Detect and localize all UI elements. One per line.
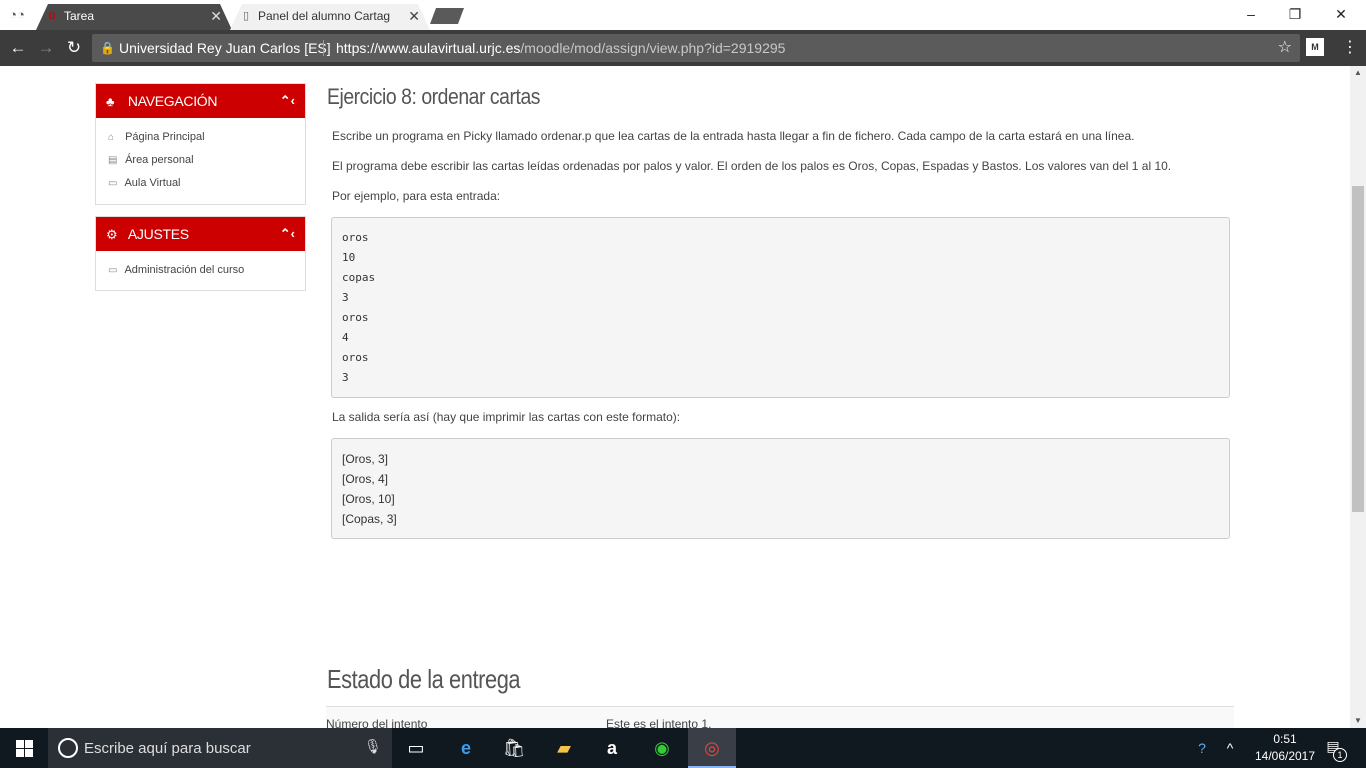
settings-block-header[interactable]: ⚙ AJUSTES ⌃‹ — [96, 217, 305, 251]
document-icon: ▤ — [108, 155, 118, 166]
page-viewport: ♣ NAVEGACIÓN ⌃‹ ⌂ Página Principal ▤ Áre… — [0, 66, 1350, 728]
page-title: Ejercicio 8: ordenar cartas — [327, 84, 541, 109]
tray-chevron-up-icon[interactable]: ^ — [1220, 728, 1240, 768]
scroll-up-arrow-icon[interactable]: ▲ — [1350, 66, 1366, 80]
code-line: [Copas, 3] — [342, 512, 397, 526]
clock-date: 14/06/2017 — [1254, 749, 1316, 763]
address-bar[interactable]: 🔒 Universidad Rey Juan Carlos [ES] https… — [92, 34, 1300, 62]
code-line: oros — [342, 351, 369, 364]
tab-panel-alumno[interactable]: ▯ Panel del alumno Cartag ✕ — [230, 4, 430, 30]
collapse-icon[interactable]: ⌃‹ — [280, 84, 295, 118]
code-line: [Oros, 10] — [342, 492, 395, 506]
browser-tab-strip: ◔◔ ü Tarea ✕ ▯ Panel del alumno Cartag ✕… — [0, 0, 1366, 30]
page-scrollbar[interactable]: ▲ ▼ — [1350, 66, 1366, 728]
taskbar-search[interactable]: Escribe aquí para buscar 🎙 — [48, 728, 392, 768]
lock-icon: 🔒 — [100, 41, 115, 55]
settings-item-administracion[interactable]: ▭ Administración del curso — [108, 259, 305, 282]
close-icon[interactable]: ✕ — [210, 4, 222, 28]
back-button[interactable]: ← — [6, 36, 30, 60]
edge-icon[interactable]: e — [442, 728, 490, 768]
site-identity[interactable]: Universidad Rey Juan Carlos [ES] — [119, 34, 331, 62]
navigation-block: ♣ NAVEGACIÓN ⌃‹ ⌂ Página Principal ▤ Áre… — [95, 83, 306, 205]
tab-title: Tarea — [64, 9, 95, 23]
collapse-icon[interactable]: ⌃‹ — [280, 217, 295, 251]
status-value: Este es el intento 1. — [606, 717, 712, 728]
search-placeholder: Escribe aquí para buscar — [84, 740, 251, 757]
chrome-icon[interactable]: ◎ — [688, 728, 736, 768]
code-line: oros — [342, 311, 369, 324]
close-icon[interactable]: ✕ — [408, 4, 420, 28]
folder-icon: ▭ — [108, 178, 118, 189]
windows-start-icon[interactable] — [0, 728, 48, 768]
description-paragraph: El programa debe escribir las cartas leí… — [332, 159, 1172, 173]
notification-badge: 1 — [1333, 748, 1347, 762]
navigation-block-header[interactable]: ♣ NAVEGACIÓN ⌃‹ — [96, 84, 305, 118]
nav-item-label: Aula Virtual — [124, 177, 181, 189]
incognito-icon: ◔◔ — [9, 7, 25, 22]
output-example-block: [Oros, 3] [Oros, 4] [Oros, 10] [Copas, 3… — [331, 438, 1230, 539]
url-text[interactable]: https://www.aulavirtual.urjc.es/moodle/m… — [336, 34, 785, 62]
clock-time: 0:51 — [1273, 732, 1297, 746]
code-line: 10 — [342, 251, 356, 264]
microphone-icon[interactable]: 🎙 — [364, 738, 382, 755]
cortana-icon — [58, 738, 78, 758]
folder-icon: ▭ — [108, 265, 118, 276]
nav-item-pagina-principal[interactable]: ⌂ Página Principal — [108, 126, 305, 149]
description-paragraph: Por ejemplo, para esta entrada: — [332, 189, 501, 203]
extension-icon[interactable]: M — [1306, 38, 1324, 56]
tab-tarea[interactable]: ü Tarea ✕ — [36, 4, 232, 30]
nav-item-label: Área personal — [125, 154, 194, 166]
reload-button[interactable]: ↻ — [62, 36, 86, 60]
submission-status-title: Estado de la entrega — [327, 664, 521, 694]
file-explorer-icon[interactable]: ▰ — [540, 728, 588, 768]
tripadvisor-icon[interactable]: ◉ — [638, 728, 686, 768]
browser-menu-icon[interactable]: ⋮ — [1340, 36, 1360, 60]
restore-button[interactable]: ❐ — [1272, 0, 1318, 30]
description-paragraph: Escribe un programa en Picky llamado ord… — [332, 129, 1135, 143]
description-paragraph: La salida sería así (hay que imprimir la… — [332, 410, 681, 424]
code-line: [Oros, 3] — [342, 452, 389, 466]
home-icon: ⌂ — [108, 132, 115, 143]
settings-item-label: Administración del curso — [124, 264, 245, 276]
bookmark-star-icon[interactable]: ☆ — [1278, 34, 1292, 62]
task-view-icon[interactable]: ▭ — [392, 728, 440, 768]
scroll-down-arrow-icon[interactable]: ▼ — [1350, 714, 1366, 728]
nav-item-aula-virtual[interactable]: ▭ Aula Virtual — [108, 172, 305, 195]
amazon-icon[interactable]: a — [588, 728, 636, 768]
settings-block: ⚙ AJUSTES ⌃‹ ▭ Administración del curso — [95, 216, 306, 291]
code-line: [Oros, 4] — [342, 472, 389, 486]
code-line: oros — [342, 231, 369, 244]
browser-toolbar: ← → ↻ 🔒 Universidad Rey Juan Carlos [ES]… — [0, 30, 1366, 66]
navigation-title: NAVEGACIÓN — [127, 93, 218, 109]
tab-title: Panel del alumno Cartag — [258, 9, 391, 23]
sitemap-icon: ♣ — [106, 94, 115, 109]
code-line: 4 — [342, 331, 349, 344]
store-icon[interactable]: 🛍 — [490, 728, 538, 768]
settings-title: AJUSTES — [127, 226, 189, 242]
scroll-thumb[interactable] — [1352, 186, 1364, 512]
code-line: 3 — [342, 291, 349, 304]
moodle-favicon-icon: ü — [48, 10, 56, 22]
minimize-button[interactable]: – — [1228, 0, 1274, 30]
code-line: copas — [342, 271, 376, 284]
code-line: 3 — [342, 371, 349, 384]
help-icon[interactable]: ? — [1188, 728, 1216, 768]
close-window-button[interactable]: ✕ — [1318, 0, 1364, 30]
forward-button[interactable]: → — [34, 36, 58, 60]
input-example-block: oros 10 copas 3 oros 4 oros 3 — [331, 217, 1230, 398]
url-separator — [323, 40, 324, 56]
status-row: Número del intento Este es el intento 1. — [326, 707, 1234, 728]
status-key: Número del intento — [326, 717, 428, 728]
new-tab-button[interactable] — [430, 8, 464, 24]
taskbar-clock[interactable]: 0:51 14/06/2017 — [1250, 731, 1320, 765]
nav-item-label: Página Principal — [125, 131, 205, 143]
windows-taskbar: Escribe aquí para buscar 🎙 ▭ e 🛍 ▰ a ◉ ◎… — [0, 728, 1366, 768]
page-icon: ▯ — [242, 10, 250, 22]
nav-item-area-personal[interactable]: ▤ Área personal — [108, 149, 305, 172]
gears-icon: ⚙ — [106, 227, 118, 242]
